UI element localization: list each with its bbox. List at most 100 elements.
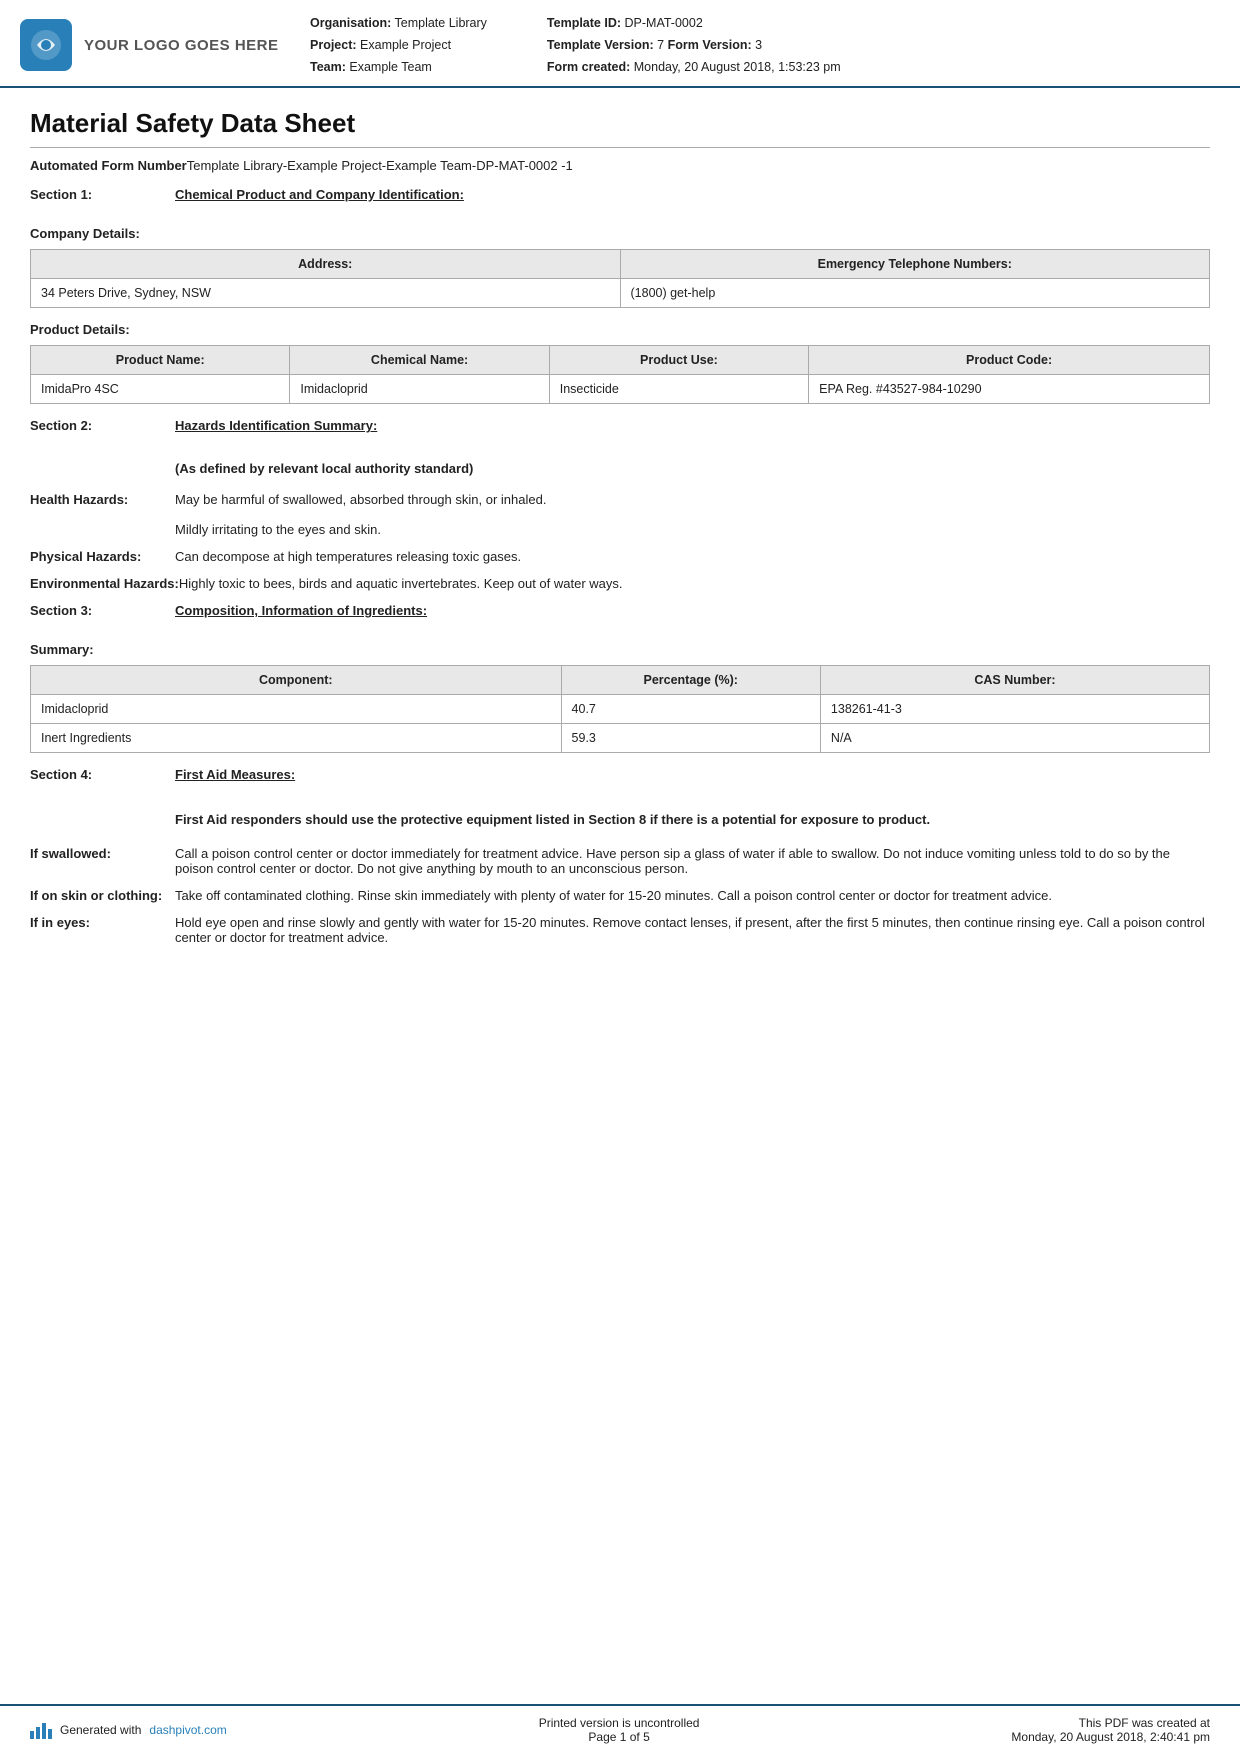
bar-3	[42, 1723, 46, 1739]
pdf-created-label: This PDF was created at	[1011, 1716, 1210, 1730]
if-swallowed-label: If swallowed:	[30, 846, 175, 861]
environmental-hazards-label: Environmental Hazards:	[30, 576, 179, 591]
ingredients-row-2: Inert Ingredients 59.3 N/A	[31, 724, 1210, 753]
project-line: Project: Example Project	[310, 36, 487, 55]
form-number-label: Automated Form Number	[30, 158, 187, 173]
section3-title: Composition, Information of Ingredients:	[175, 603, 427, 618]
generated-text: Generated with	[60, 1723, 141, 1737]
company-table-data-row: 34 Peters Drive, Sydney, NSW (1800) get-…	[31, 279, 1210, 308]
section1-title: Chemical Product and Company Identificat…	[175, 187, 464, 202]
if-on-skin-value: Take off contaminated clothing. Rinse sk…	[175, 888, 1210, 903]
section4-label: Section 4:	[30, 767, 175, 782]
team-line: Team: Example Team	[310, 58, 487, 77]
company-address: 34 Peters Drive, Sydney, NSW	[31, 279, 621, 308]
form-created-line: Form created: Monday, 20 August 2018, 1:…	[547, 58, 841, 77]
ingredients-header-cas: CAS Number:	[820, 666, 1209, 695]
section2-title: Hazards Identification Summary:	[175, 418, 377, 433]
footer-bars-icon	[30, 1721, 52, 1739]
template-version-line: Template Version: 7 Form Version: 3	[547, 36, 841, 55]
product-header-chemical: Chemical Name:	[290, 346, 549, 375]
if-swallowed-row: If swallowed: Call a poison control cent…	[30, 846, 1210, 876]
ingredient-2-percentage: 59.3	[561, 724, 820, 753]
pdf-created-value: Monday, 20 August 2018, 2:40:41 pm	[1011, 1730, 1210, 1744]
physical-hazards-label: Physical Hazards:	[30, 549, 175, 564]
product-header-code: Product Code:	[809, 346, 1210, 375]
company-table: Address: Emergency Telephone Numbers: 34…	[30, 249, 1210, 308]
ingredient-2-name: Inert Ingredients	[31, 724, 562, 753]
if-in-eyes-row: If in eyes: Hold eye open and rinse slow…	[30, 915, 1210, 945]
footer-left: Generated with dashpivot.com	[30, 1721, 227, 1739]
physical-hazards-row: Physical Hazards: Can decompose at high …	[30, 549, 1210, 564]
physical-hazards-value: Can decompose at high temperatures relea…	[175, 549, 1210, 564]
company-emergency: (1800) get-help	[620, 279, 1210, 308]
product-header-name: Product Name:	[31, 346, 290, 375]
ingredients-table: Component: Percentage (%): CAS Number: I…	[30, 665, 1210, 753]
company-table-header-row: Address: Emergency Telephone Numbers:	[31, 250, 1210, 279]
section1-label: Section 1:	[30, 187, 175, 202]
company-header-emergency: Emergency Telephone Numbers:	[620, 250, 1210, 279]
bar-2	[36, 1727, 40, 1739]
bar-4	[48, 1729, 52, 1739]
product-table: Product Name: Chemical Name: Product Use…	[30, 345, 1210, 404]
main-content: Material Safety Data Sheet Automated For…	[0, 88, 1240, 1704]
footer-center: Printed version is uncontrolled Page 1 o…	[539, 1716, 700, 1744]
logo-text: YOUR LOGO GOES HERE	[84, 37, 279, 54]
header: YOUR LOGO GOES HERE Organisation: Templa…	[0, 0, 1240, 88]
ingredient-1-name: Imidacloprid	[31, 695, 562, 724]
company-header-address: Address:	[31, 250, 621, 279]
site-link[interactable]: dashpivot.com	[149, 1723, 226, 1737]
section3-label: Section 3:	[30, 603, 175, 618]
if-swallowed-value: Call a poison control center or doctor i…	[175, 846, 1210, 876]
logo-icon	[20, 19, 72, 71]
footer-logo	[30, 1721, 52, 1739]
header-meta-right: Template ID: DP-MAT-0002 Template Versio…	[547, 14, 841, 76]
doc-title: Material Safety Data Sheet	[30, 108, 1210, 148]
company-details-heading: Company Details:	[30, 226, 1210, 241]
product-use: Insecticide	[549, 375, 808, 404]
summary-heading: Summary:	[30, 642, 1210, 657]
product-header-use: Product Use:	[549, 346, 808, 375]
ingredient-1-percentage: 40.7	[561, 695, 820, 724]
product-name: ImidaPro 4SC	[31, 375, 290, 404]
product-header-row: Product Name: Chemical Name: Product Use…	[31, 346, 1210, 375]
section1-header: Section 1: Chemical Product and Company …	[30, 187, 1210, 202]
ingredients-header-percentage: Percentage (%):	[561, 666, 820, 695]
section4-header: Section 4: First Aid Measures:	[30, 767, 1210, 782]
section4-note-container: First Aid responders should use the prot…	[30, 810, 1210, 830]
logo-area: YOUR LOGO GOES HERE	[20, 14, 280, 76]
footer-right: This PDF was created at Monday, 20 Augus…	[1011, 1716, 1210, 1744]
if-in-eyes-value: Hold eye open and rinse slowly and gentl…	[175, 915, 1210, 945]
bar-1	[30, 1731, 34, 1739]
if-in-eyes-label: If in eyes:	[30, 915, 175, 930]
ingredient-2-cas: N/A	[820, 724, 1209, 753]
environmental-hazards-value: Highly toxic to bees, birds and aquatic …	[179, 576, 1210, 591]
product-code: EPA Reg. #43527-984-10290	[809, 375, 1210, 404]
section4-title: First Aid Measures:	[175, 767, 295, 782]
footer: Generated with dashpivot.com Printed ver…	[0, 1704, 1240, 1754]
section4-note: First Aid responders should use the prot…	[175, 812, 930, 827]
authority-note-container: (As defined by relevant local authority …	[30, 461, 1210, 476]
section2-header: Section 2: Hazards Identification Summar…	[30, 418, 1210, 433]
if-on-skin-row: If on skin or clothing: Take off contami…	[30, 888, 1210, 903]
ingredients-header-component: Component:	[31, 666, 562, 695]
health-hazards-label: Health Hazards:	[30, 492, 175, 507]
environmental-hazards-row: Environmental Hazards: Highly toxic to b…	[30, 576, 1210, 591]
authority-note: (As defined by relevant local authority …	[175, 461, 473, 476]
ingredient-1-cas: 138261-41-3	[820, 695, 1209, 724]
if-on-skin-label: If on skin or clothing:	[30, 888, 175, 903]
health-hazards-value: May be harmful of swallowed, absorbed th…	[175, 492, 1210, 537]
section2-label: Section 2:	[30, 418, 175, 433]
product-chemical: Imidacloprid	[290, 375, 549, 404]
health-hazards-row: Health Hazards: May be harmful of swallo…	[30, 492, 1210, 537]
header-meta: Organisation: Template Library Project: …	[310, 14, 1210, 76]
header-meta-left: Organisation: Template Library Project: …	[310, 14, 487, 76]
template-id-line: Template ID: DP-MAT-0002	[547, 14, 841, 33]
ingredients-header-row: Component: Percentage (%): CAS Number:	[31, 666, 1210, 695]
section3-header: Section 3: Composition, Information of I…	[30, 603, 1210, 618]
form-number-row: Automated Form Number Template Library-E…	[30, 158, 1210, 173]
product-data-row: ImidaPro 4SC Imidacloprid Insecticide EP…	[31, 375, 1210, 404]
page-number: Page 1 of 5	[539, 1730, 700, 1744]
printed-text: Printed version is uncontrolled	[539, 1716, 700, 1730]
form-number-value: Template Library-Example Project-Example…	[187, 158, 573, 173]
org-line: Organisation: Template Library	[310, 14, 487, 33]
